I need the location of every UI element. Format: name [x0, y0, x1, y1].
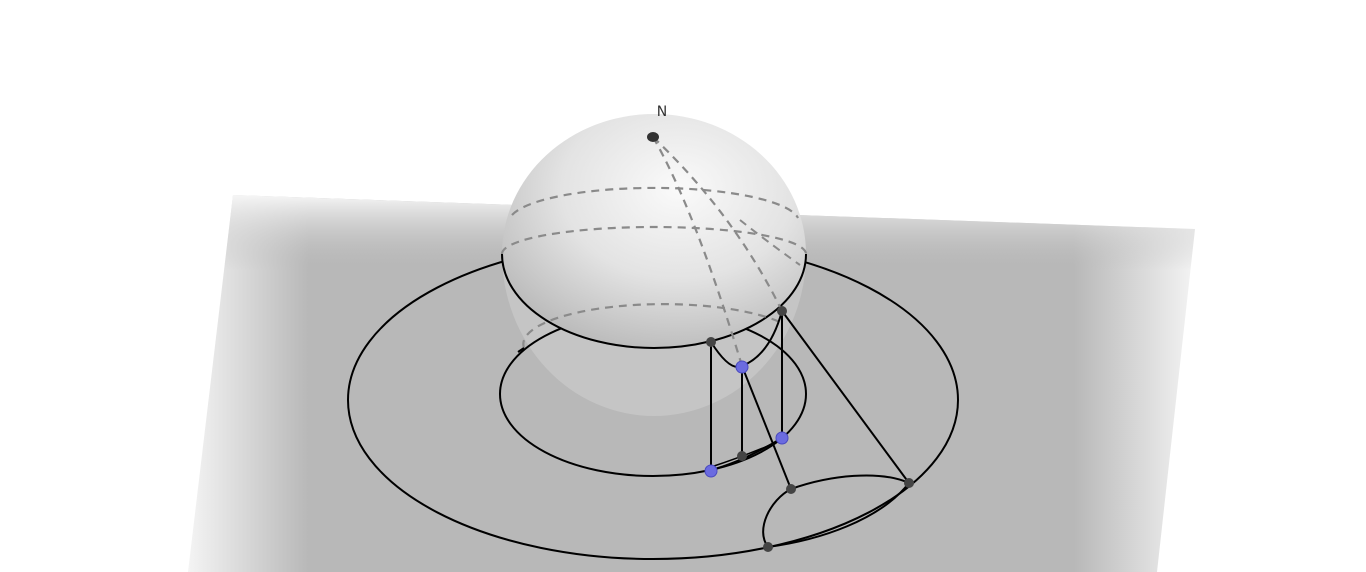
point-free-left[interactable]: [704, 464, 718, 478]
point-sphere-right[interactable]: [777, 306, 787, 316]
north-pole-point[interactable]: [647, 132, 659, 142]
stereographic-projection-scene: N: [188, 104, 1195, 572]
point-loop-right[interactable]: [904, 478, 914, 488]
point-free-right[interactable]: [775, 431, 789, 445]
north-pole-label: N: [657, 104, 667, 120]
point-loop-bottom[interactable]: [763, 542, 773, 552]
point-free-upper[interactable]: [735, 360, 749, 374]
point-loop-left[interactable]: [786, 484, 796, 494]
sphere-upper-hemisphere: [502, 114, 806, 348]
point-sphere-left[interactable]: [706, 337, 716, 347]
point-plane-middle[interactable]: [737, 451, 747, 461]
